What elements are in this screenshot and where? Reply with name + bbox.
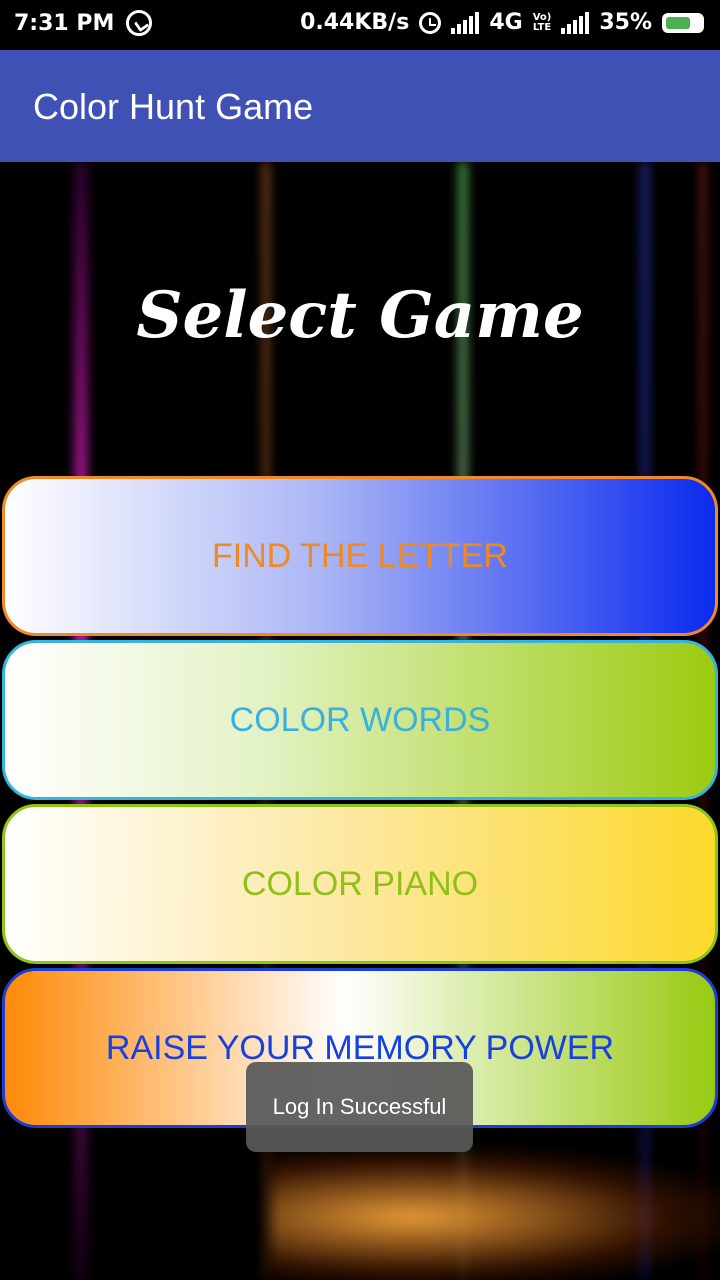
battery-charging-icon — [662, 12, 704, 33]
status-bar: 7:31 PM 0.44KB/s 4G Vo) LTE 35% — [0, 0, 720, 50]
status-time: 7:31 PM — [14, 10, 115, 36]
app-title: Color Hunt Game — [33, 86, 314, 127]
find-the-letter-button[interactable]: FIND THE LETTER — [2, 476, 718, 636]
signal-icon — [451, 11, 480, 34]
lte-icon: Vo) LTE — [532, 11, 552, 33]
network-type: 4G — [489, 10, 523, 35]
alarm-icon — [419, 11, 442, 34]
color-piano-button[interactable]: COLOR PIANO — [2, 804, 718, 964]
select-game-heading: Select Game — [136, 278, 584, 353]
toast-message: Log In Successful — [246, 1062, 473, 1152]
signal-icon — [561, 11, 590, 34]
color-words-button[interactable]: COLOR WORDS — [2, 640, 718, 800]
whatsapp-icon — [126, 10, 153, 36]
network-speed: 0.44KB/s — [300, 10, 410, 35]
battery-percent: 35% — [599, 10, 652, 35]
app-bar: Color Hunt Game — [0, 50, 720, 162]
